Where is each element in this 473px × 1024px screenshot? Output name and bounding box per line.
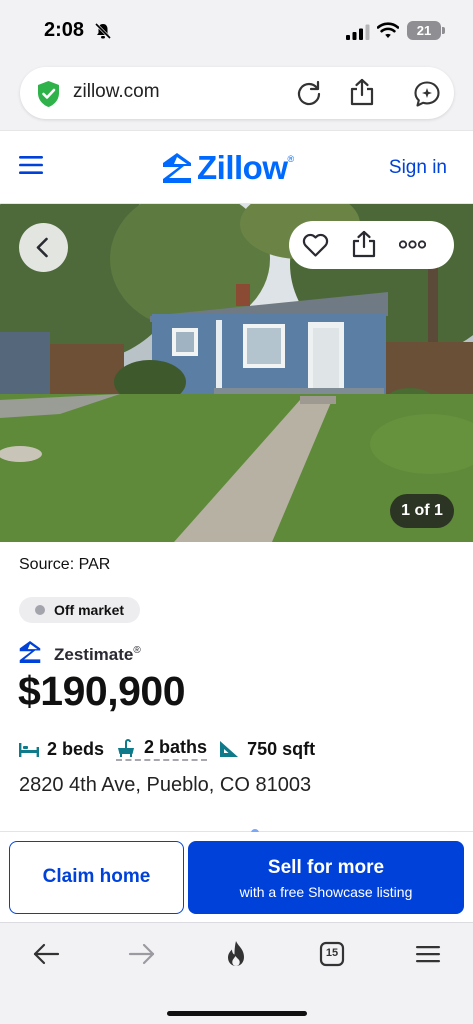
flame-icon[interactable] bbox=[221, 939, 251, 969]
browser-address-bar: zillow.com bbox=[0, 62, 473, 130]
more-options-icon[interactable] bbox=[399, 240, 426, 249]
tabs-button[interactable]: 15 bbox=[317, 939, 347, 969]
back-button[interactable] bbox=[19, 223, 68, 272]
claim-home-button[interactable]: Claim home bbox=[9, 841, 184, 914]
url-field[interactable]: zillow.com bbox=[20, 67, 454, 119]
hamburger-menu-icon[interactable] bbox=[413, 939, 443, 969]
shield-check-icon bbox=[38, 81, 59, 107]
browser-toolbar: 15 bbox=[0, 922, 473, 1024]
status-bar: 2:08 21 bbox=[0, 0, 473, 62]
signal-icon bbox=[346, 24, 370, 40]
zillow-wordmark: Zillow bbox=[197, 149, 288, 186]
sign-in-link[interactable]: Sign in bbox=[389, 157, 447, 179]
beds-fact: 2 beds bbox=[19, 739, 104, 760]
zestimate-registered-mark: ® bbox=[133, 644, 141, 656]
status-badge: Off market bbox=[19, 597, 141, 623]
sqft-label: 750 sqft bbox=[247, 738, 316, 759]
heart-icon[interactable] bbox=[302, 232, 329, 258]
chevron-left-icon bbox=[36, 237, 48, 258]
beds-label: 2 beds bbox=[47, 738, 105, 759]
sqft-fact: 750 sqft bbox=[219, 739, 315, 760]
baths-label: 2 baths bbox=[144, 737, 208, 757]
wifi-icon bbox=[377, 22, 399, 38]
battery-icon: 21 bbox=[407, 21, 445, 40]
sell-button-title: Sell for more bbox=[267, 857, 385, 878]
zestimate-header[interactable]: Zestimate ® bbox=[19, 638, 141, 666]
reload-icon[interactable] bbox=[296, 80, 322, 106]
zestimate-label: Zestimate bbox=[54, 645, 134, 664]
ruler-triangle-icon bbox=[220, 741, 239, 757]
logo-registered-mark: ® bbox=[287, 154, 295, 164]
baths-fact[interactable]: 2 baths bbox=[116, 737, 208, 761]
sell-for-more-button[interactable]: Sell for more with a free Showcase listi… bbox=[188, 841, 464, 914]
property-address: 2820 4th Ave, Pueblo, CO 81003 bbox=[19, 774, 312, 796]
sell-button-subtitle: with a free Showcase listing bbox=[239, 884, 413, 900]
browser-share-icon[interactable] bbox=[349, 78, 375, 106]
status-dot bbox=[35, 605, 45, 615]
bed-icon bbox=[19, 743, 39, 757]
status-label: Off market bbox=[54, 602, 125, 618]
assistant-chat-icon[interactable] bbox=[413, 80, 441, 108]
zestimate-price: $190,900 bbox=[18, 668, 186, 714]
share-icon[interactable] bbox=[351, 230, 377, 258]
tab-count: 15 bbox=[325, 947, 339, 959]
zillow-z-icon bbox=[19, 641, 41, 663]
photo-counter[interactable]: 1 of 1 bbox=[390, 494, 454, 528]
zillow-logo[interactable]: Zillow ® bbox=[162, 149, 294, 187]
site-header: Zillow ® Sign in bbox=[0, 130, 473, 204]
zillow-z-icon bbox=[163, 153, 191, 183]
hamburger-menu-icon[interactable] bbox=[19, 155, 43, 175]
home-indicator bbox=[167, 1011, 307, 1016]
forward-arrow-icon[interactable] bbox=[127, 939, 157, 969]
silent-bell-icon bbox=[94, 22, 112, 40]
listing-source: Source: PAR bbox=[19, 556, 111, 573]
url-text: zillow.com bbox=[73, 81, 160, 102]
photo-actions bbox=[289, 221, 454, 269]
status-time: 2:08 bbox=[44, 19, 85, 41]
bathtub-icon bbox=[118, 738, 135, 757]
home-facts: 2 beds 2 baths 750 sqft bbox=[19, 736, 315, 762]
listing-photo[interactable]: 1 of 1 bbox=[0, 204, 473, 542]
back-arrow-icon[interactable] bbox=[31, 939, 61, 969]
cta-bar: Claim home Sell for more with a free Sho… bbox=[0, 832, 473, 922]
